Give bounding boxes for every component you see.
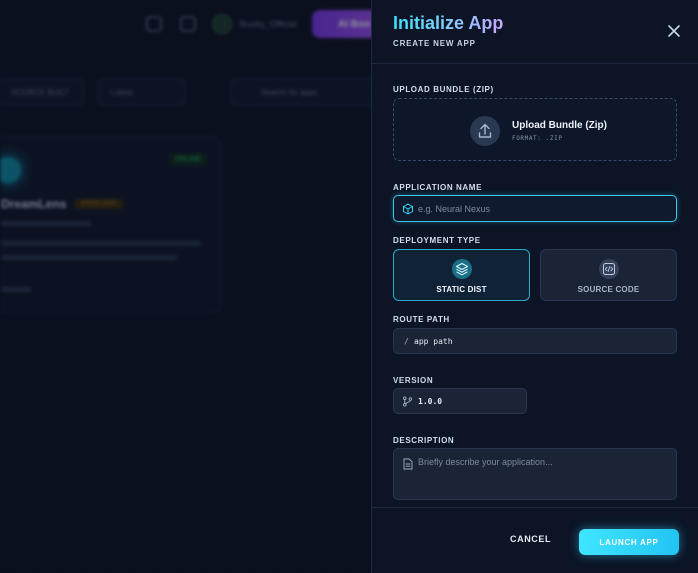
version-label: VERSION [393, 376, 434, 385]
search-box: Search for apps [230, 78, 380, 106]
text-line [1, 241, 201, 246]
code-icon [603, 263, 615, 275]
upload-dropzone[interactable]: Upload Bundle (Zip) FORMAT: .ZIP [393, 98, 677, 161]
deployment-option-static-dist[interactable]: STATIC DIST [393, 249, 530, 301]
app-name-input[interactable] [418, 196, 668, 221]
filter-sort: Latest [98, 78, 186, 106]
chat-icon [146, 16, 162, 32]
app-card: ONLINE DreamLens STATIC DIST [0, 136, 222, 314]
route-path-label: ROUTE PATH [393, 315, 450, 324]
description-label: DESCRIPTION [393, 436, 455, 445]
document-icon [403, 458, 413, 470]
grid-icon [180, 16, 196, 32]
description-field [393, 448, 677, 500]
launch-app-button[interactable]: LAUNCH APP [579, 529, 679, 555]
upload-title: Upload Bundle (Zip) [512, 120, 607, 131]
app-name-label: APPLICATION NAME [393, 183, 483, 192]
version-field [393, 388, 527, 414]
route-prefix: / [404, 337, 409, 346]
close-button[interactable] [665, 22, 683, 40]
upload-label: UPLOAD BUNDLE (ZIP) [393, 85, 494, 94]
initialize-app-panel: Initialize App CREATE NEW APP UPLOAD BUN… [371, 0, 698, 573]
upload-icon-circle [470, 116, 500, 146]
panel-header: Initialize App CREATE NEW APP [372, 0, 698, 64]
text-line [1, 221, 91, 226]
version-input[interactable] [418, 389, 518, 413]
text-line [1, 255, 177, 260]
user-chip: Bucky_Official [212, 12, 297, 36]
app-card-name: DreamLens [1, 197, 67, 211]
avatar [212, 14, 232, 34]
app-name-field [393, 195, 677, 222]
close-icon [668, 25, 680, 37]
deployment-label: DEPLOYMENT TYPE [393, 236, 481, 245]
route-path-field: / [393, 328, 677, 354]
git-branch-icon [403, 396, 413, 407]
deployment-option-label: SOURCE CODE [577, 285, 640, 294]
user-name: Bucky_Official [240, 19, 297, 29]
status-badge: ONLINE [168, 153, 207, 166]
route-path-input[interactable] [414, 329, 664, 353]
app-logo-icon [0, 157, 21, 183]
layers-icon [455, 262, 469, 276]
background-topbar: Bucky_Official AI Boo [0, 10, 402, 38]
code-icon-circle [599, 259, 619, 279]
text-line [1, 287, 31, 292]
panel-subtitle: CREATE NEW APP [393, 39, 476, 48]
upload-icon [478, 123, 492, 138]
cube-icon [403, 203, 413, 215]
deployment-option-label: STATIC DIST [436, 285, 487, 294]
deployment-option-source-code[interactable]: SOURCE CODE [540, 249, 677, 301]
filter-source: SOURCE BUILT [0, 78, 84, 106]
panel-title: Initialize App [393, 13, 504, 33]
layers-icon-circle [452, 259, 472, 279]
upload-format: FORMAT: .ZIP [512, 135, 563, 142]
cancel-button[interactable]: CANCEL [510, 534, 551, 544]
app-card-tag: STATIC DIST [75, 199, 123, 209]
panel-footer: CANCEL LAUNCH APP [372, 507, 698, 573]
description-input[interactable] [418, 457, 668, 495]
